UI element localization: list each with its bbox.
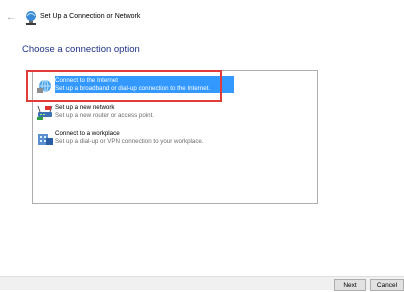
workplace-icon (36, 129, 54, 147)
option-new-network[interactable]: Set up a new network Set up a new router… (36, 102, 306, 122)
option-workplace[interactable]: Connect to a workplace Set up a dial-up … (36, 128, 306, 148)
page-heading: Choose a connection option (22, 44, 140, 55)
option-title: Set up a new network (55, 104, 115, 111)
dialog-window: ← Set Up a Connection or Network Choose … (0, 0, 404, 291)
title-bar: ← Set Up a Connection or Network (0, 0, 404, 34)
window-title: Set Up a Connection or Network (40, 13, 141, 20)
back-arrow-icon[interactable]: ← (6, 13, 16, 23)
option-text: Connect to the Internet Set up a broadba… (55, 77, 210, 92)
option-title: Connect to the Internet (55, 77, 118, 84)
router-icon (36, 103, 54, 121)
network-setup-icon (24, 10, 38, 26)
option-description: Set up a new router or access point. (55, 111, 155, 119)
cancel-button[interactable]: Cancel (370, 279, 404, 291)
option-connect-internet[interactable]: Connect to the Internet Set up a broadba… (36, 75, 306, 95)
option-description: Set up a dial-up or VPN connection to yo… (55, 137, 204, 145)
option-title: Connect to a workplace (55, 130, 120, 137)
option-text: Set up a new network Set up a new router… (55, 104, 154, 119)
connection-options-list: Connect to the Internet Set up a broadba… (32, 70, 318, 204)
globe-network-icon (36, 76, 54, 94)
option-text: Connect to a workplace Set up a dial-up … (55, 130, 204, 145)
option-description: Set up a broadband or dial-up connection… (55, 84, 211, 92)
next-button[interactable]: Next (334, 279, 366, 291)
